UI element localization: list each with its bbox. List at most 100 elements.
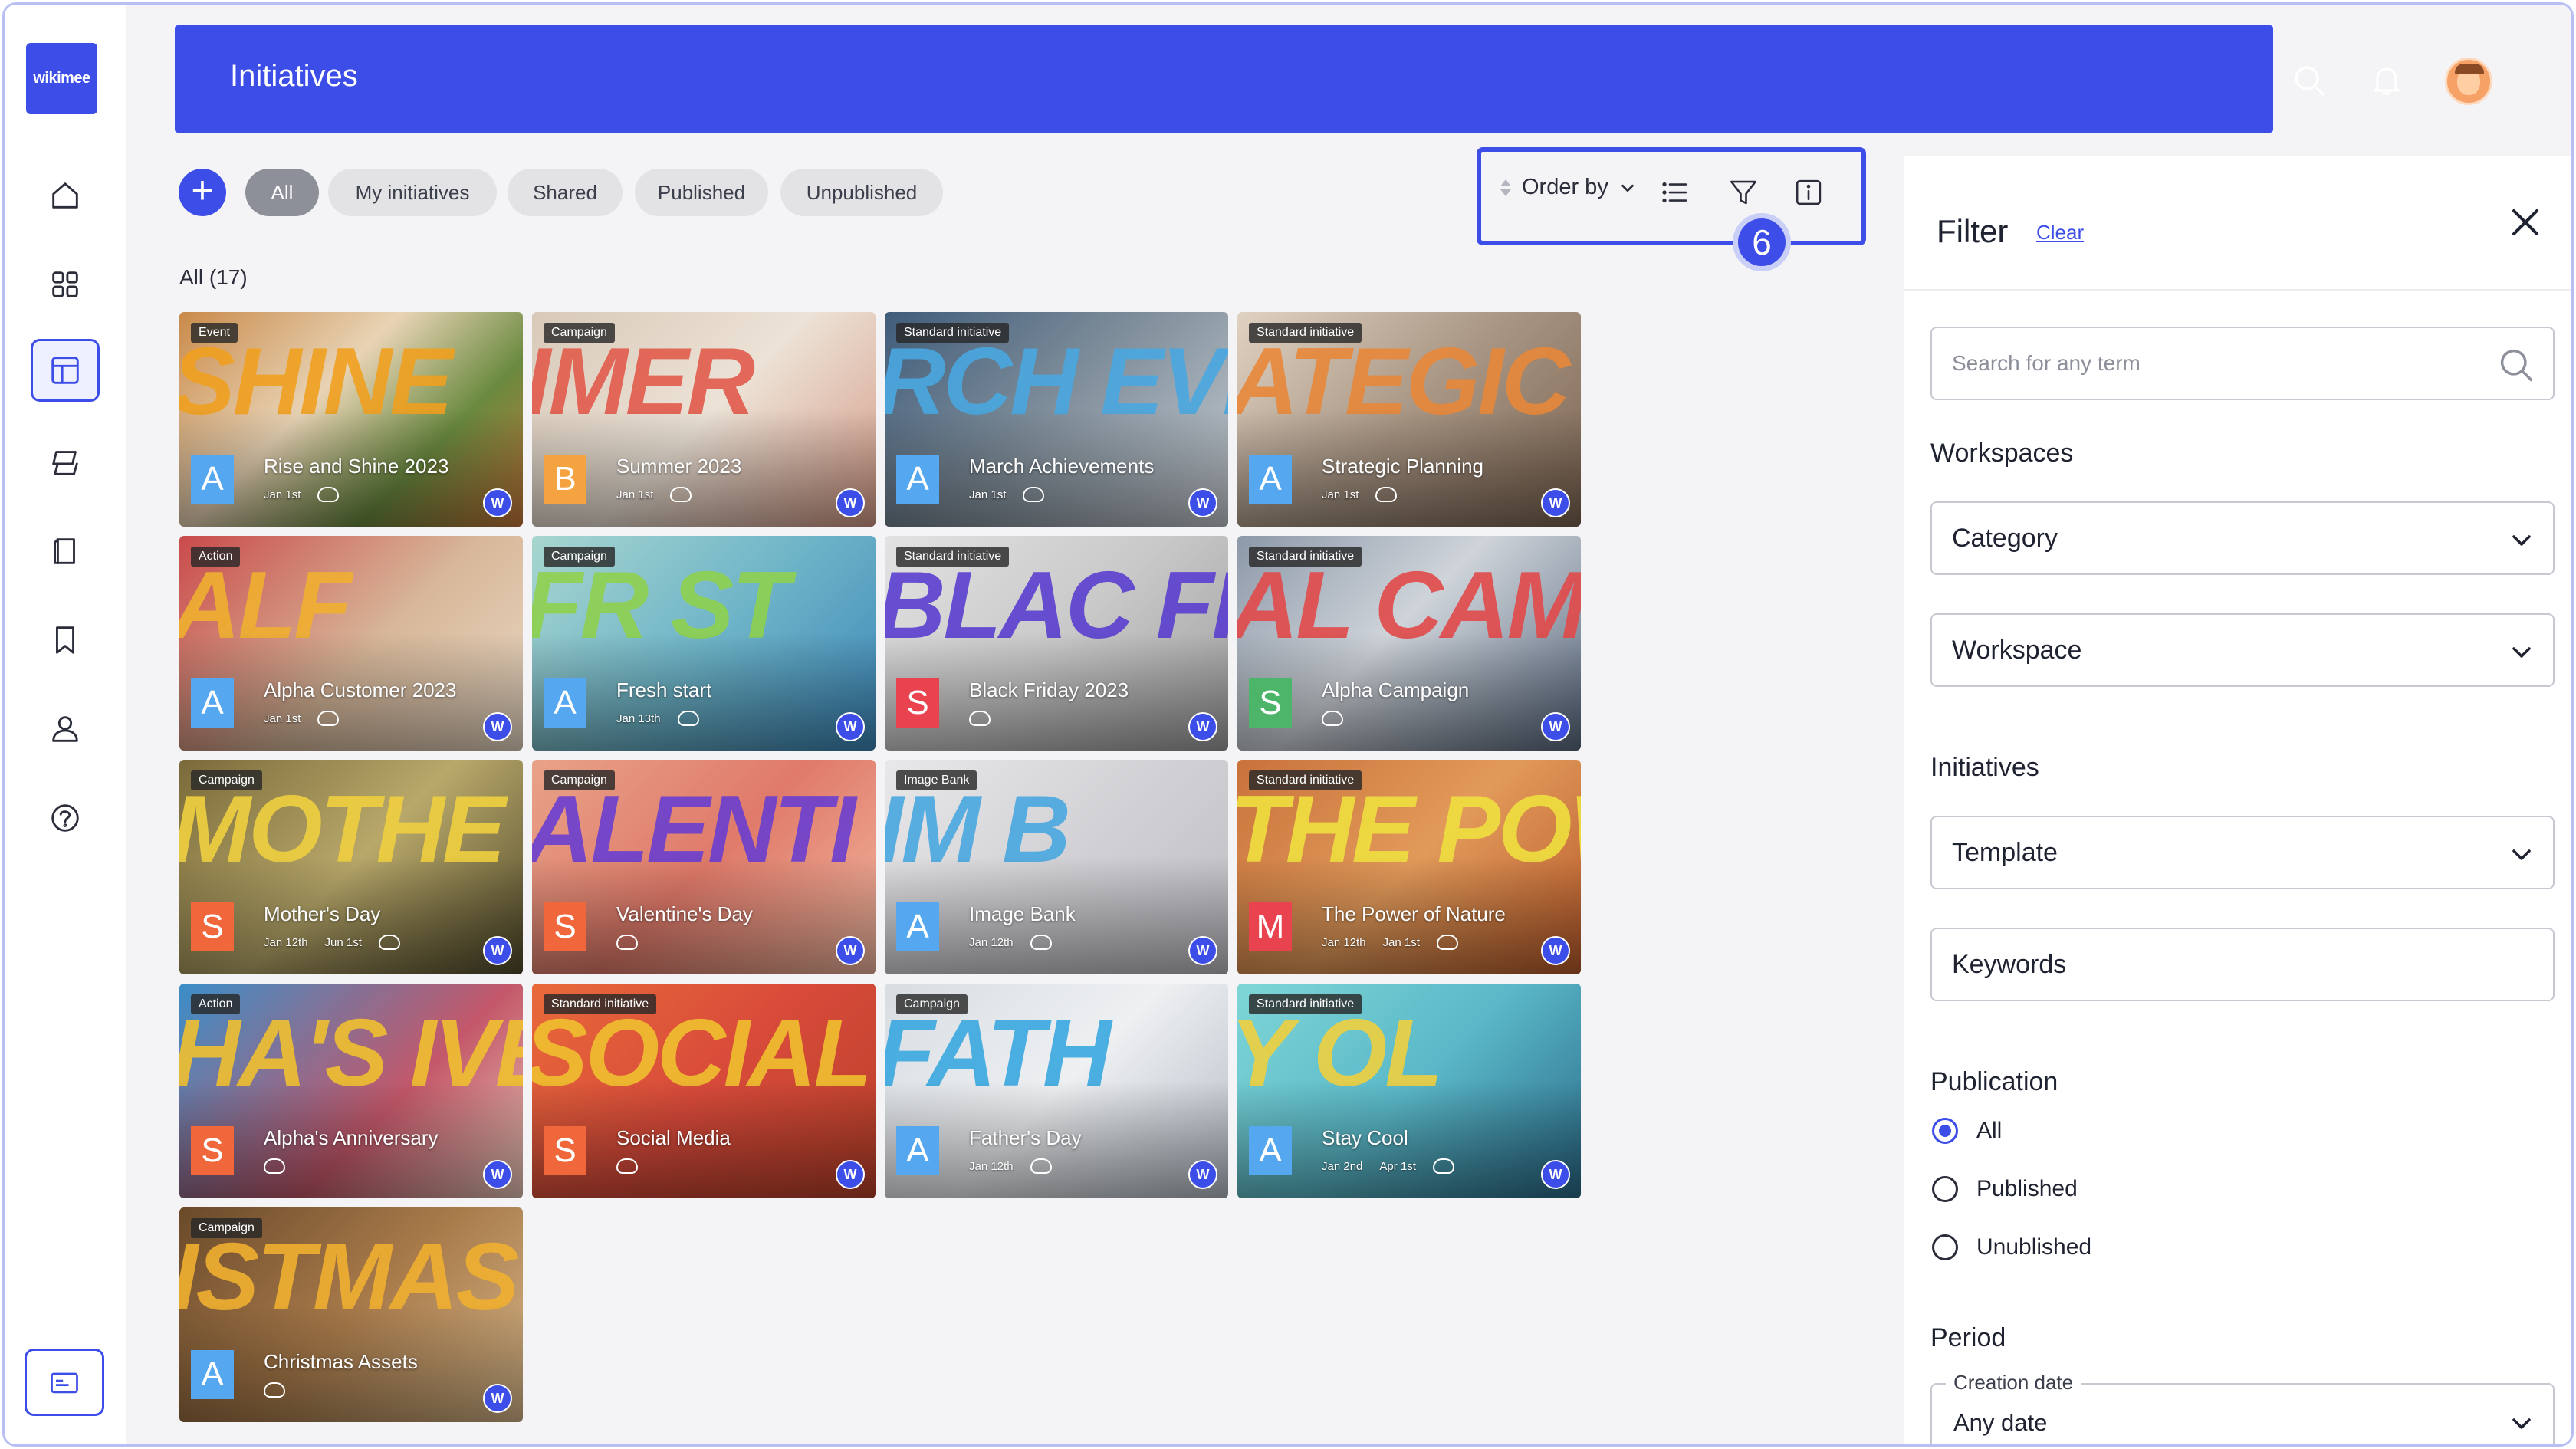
- filter-chip-unpublished[interactable]: Unpublished: [780, 169, 943, 216]
- clear-filters-link[interactable]: Clear: [2036, 221, 2084, 245]
- card-letter-avatar: A: [896, 1126, 939, 1175]
- filter-chip-all[interactable]: All: [245, 169, 319, 216]
- initiative-card[interactable]: AL CAMPStandard initiativeSAlpha Campaig…: [1237, 536, 1581, 751]
- card-icon: [51, 1372, 78, 1394]
- info-button[interactable]: [1789, 173, 1828, 212]
- nav-home[interactable]: [31, 164, 100, 227]
- card-date: Jan 13th: [616, 711, 661, 725]
- filter-chip-my-initiatives[interactable]: My initiatives: [328, 169, 497, 216]
- card-meta: Jan 12th Jun 1st: [264, 935, 400, 950]
- left-nav-rail: wikimee: [5, 5, 126, 1444]
- card-date-end: Apr 1st: [1379, 1159, 1416, 1173]
- radio-unselected: [1932, 1176, 1958, 1202]
- keywords-input[interactable]: Keywords: [1930, 928, 2555, 1001]
- card-date: Jan 12th: [1322, 935, 1366, 949]
- initiative-card[interactable]: ISTMASCampaignAChristmas AssetsW: [179, 1208, 523, 1422]
- card-title: The Power of Nature: [1322, 902, 1506, 925]
- chevron-down-icon: [2512, 647, 2531, 658]
- card-date: Jan 1st: [1322, 488, 1359, 501]
- initiative-card[interactable]: SHINEEventARise and Shine 2023Jan 1stW: [179, 312, 523, 527]
- filter-search-input[interactable]: Search for any term: [1930, 327, 2555, 400]
- notifications-button[interactable]: [2366, 60, 2407, 101]
- nav-apps[interactable]: [31, 253, 100, 316]
- filter-button[interactable]: [1724, 173, 1763, 212]
- category-select[interactable]: Category: [1930, 501, 2555, 575]
- card-type-badge: Campaign: [544, 770, 615, 790]
- nav-profile[interactable]: [31, 698, 100, 761]
- layers-icon: [52, 451, 78, 475]
- nav-layers[interactable]: [31, 431, 100, 494]
- card-letter-avatar: A: [191, 1350, 234, 1399]
- nav-help[interactable]: [31, 787, 100, 849]
- initiative-card[interactable]: FATHCampaignAFather's DayJan 12thW: [885, 984, 1228, 1198]
- publication-option-unpublished[interactable]: Unublished: [1932, 1234, 2091, 1260]
- card-meta: Jan 12th: [969, 1158, 1052, 1174]
- cloud-icon: [317, 487, 340, 502]
- initiative-card[interactable]: RCH EVEMEStandard initiativeAMarch Achie…: [885, 312, 1228, 527]
- card-title: Mother's Day: [264, 902, 381, 925]
- results-count: All (17): [179, 265, 248, 289]
- step-badge: 6: [1733, 213, 1791, 271]
- initiative-card[interactable]: FR STCampaignAFresh startJan 13thW: [532, 536, 876, 751]
- initiative-card[interactable]: SOCIAL MEDIAStandard initiativeSSocial M…: [532, 984, 876, 1198]
- filter-chip-published[interactable]: Published: [635, 169, 768, 216]
- card-title: Valentine's Day: [616, 902, 753, 925]
- creation-date-label: Creation date: [1946, 1371, 2082, 1395]
- card-letter-avatar: A: [1249, 1126, 1292, 1175]
- chevron-down-icon: [2512, 849, 2531, 860]
- card-letter-avatar: S: [191, 902, 234, 951]
- view-tools-highlight: Order by: [1477, 147, 1866, 245]
- creation-date-select[interactable]: Creation date Any date: [1930, 1371, 2555, 1444]
- initiative-card[interactable]: Y OLStandard initiativeAStay CoolJan 2nd…: [1237, 984, 1581, 1198]
- initiative-card[interactable]: ATEGICStandard initiativeAStrategic Plan…: [1237, 312, 1581, 527]
- publication-option-all[interactable]: All: [1932, 1118, 2002, 1144]
- close-filter-button[interactable]: [2502, 199, 2548, 245]
- cloud-icon: [378, 935, 400, 950]
- page-header: Initiatives: [175, 25, 2273, 133]
- nav-initiatives[interactable]: [31, 339, 100, 402]
- card-meta: [264, 1382, 285, 1398]
- initiative-card[interactable]: ALENTICampaignSValentine's DayW: [532, 760, 876, 974]
- initiative-card[interactable]: ALFActionAAlpha Customer 2023Jan 1stW: [179, 536, 523, 751]
- card-type-badge: Standard initiative: [1249, 770, 1362, 790]
- workspace-badge-icon: W: [1188, 1160, 1217, 1189]
- initiative-card[interactable]: IMERCampaignBSummer 2023Jan 1stW: [532, 312, 876, 527]
- card-title: Stay Cool: [1322, 1126, 1408, 1149]
- chevron-down-icon: [2512, 535, 2531, 546]
- card-meta: Jan 2nd Apr 1st: [1322, 1158, 1454, 1174]
- workspace-badge-icon: W: [483, 712, 512, 741]
- cloud-icon: [969, 711, 991, 726]
- nav-book[interactable]: [31, 520, 100, 583]
- initiatives-heading: Initiatives: [1930, 753, 2039, 782]
- initiatives-icon: [51, 356, 79, 384]
- card-type-badge: Image Bank: [896, 770, 978, 790]
- workspace-badge-icon: W: [1188, 936, 1217, 965]
- rail-bottom-button[interactable]: [25, 1349, 104, 1416]
- filter-chip-shared[interactable]: Shared: [508, 169, 623, 216]
- card-title: Fresh start: [616, 678, 712, 702]
- search-icon: [2500, 349, 2533, 382]
- initiative-card[interactable]: MOTHECampaignSMother's DayJan 12thJun 1s…: [179, 760, 523, 974]
- panel-divider: [1904, 289, 2571, 291]
- nav-bookmarks[interactable]: [31, 609, 100, 672]
- cloud-icon: [264, 1158, 285, 1174]
- initiative-card[interactable]: THE POWEStandard initiativeMThe Power of…: [1237, 760, 1581, 974]
- search-button[interactable]: [2288, 60, 2330, 101]
- add-initiative-button[interactable]: +: [179, 169, 226, 216]
- chevron-down-icon: [2512, 1418, 2531, 1429]
- initiative-card[interactable]: BLAC FRIDAStandard initiativeSBlack Frid…: [885, 536, 1228, 751]
- user-avatar[interactable]: [2445, 58, 2492, 105]
- publication-option-published[interactable]: Published: [1932, 1176, 2078, 1202]
- list-view-button[interactable]: [1656, 173, 1694, 212]
- card-type-badge: Action: [191, 547, 241, 567]
- cloud-icon: [1436, 935, 1458, 950]
- order-by-dropdown[interactable]: Order by: [1500, 175, 1636, 200]
- template-select[interactable]: Template: [1930, 816, 2555, 889]
- card-type-badge: Campaign: [896, 994, 968, 1014]
- initiative-card[interactable]: HA'S IVERSARYActionSAlpha's AnniversaryW: [179, 984, 523, 1198]
- workspace-badge-icon: W: [836, 936, 865, 965]
- workspace-select[interactable]: Workspace: [1930, 613, 2555, 687]
- initiative-card[interactable]: IM BImage BankAImage BankJan 12thW: [885, 760, 1228, 974]
- card-title: Alpha Customer 2023: [264, 678, 457, 702]
- template-label: Template: [1952, 837, 2058, 867]
